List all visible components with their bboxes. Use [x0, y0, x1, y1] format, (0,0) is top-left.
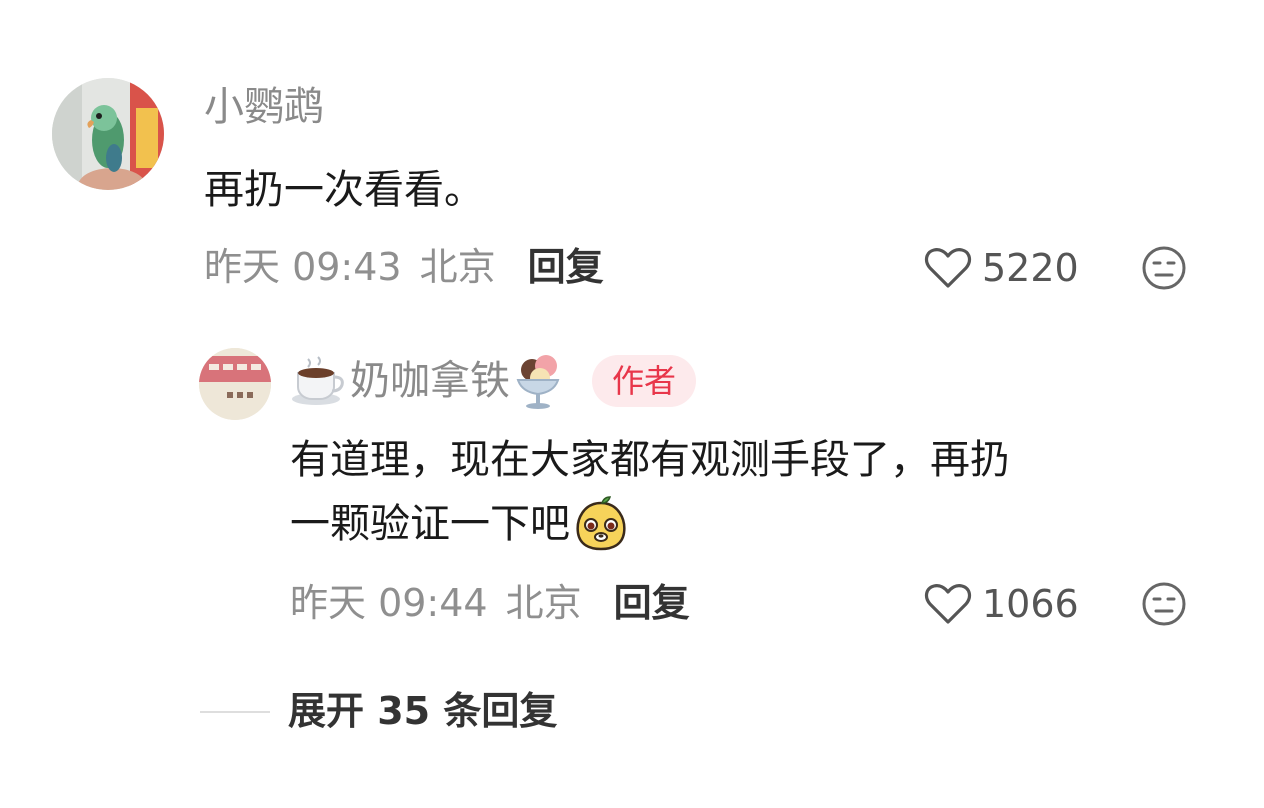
comment-react-button[interactable] — [1140, 244, 1188, 296]
heart-outline-icon — [924, 248, 972, 288]
comment-timestamp: 昨天 09:43 — [204, 245, 402, 289]
mango-sticker-icon — [576, 496, 626, 551]
reply-reply-button[interactable]: 回复 — [614, 584, 690, 622]
comment-location: 北京 — [419, 245, 496, 289]
comment-like-count: 5220 — [982, 246, 1079, 290]
reply-avatar[interactable] — [199, 348, 271, 420]
author-badge: 作者 — [592, 355, 697, 407]
reply-meta: 昨天 09:44 北京 回复 — [290, 584, 690, 622]
reply-react-button[interactable] — [1140, 580, 1188, 632]
parrot-avatar-icon — [52, 78, 164, 190]
expand-replies-button[interactable]: 展开 35 条回复 — [288, 692, 557, 730]
comment-meta: 昨天 09:43 北京 回复 — [204, 248, 604, 286]
reply-like-count: 1066 — [982, 582, 1079, 626]
comment-username[interactable]: 小鹦鹉 — [204, 87, 324, 127]
book-cover-avatar-icon — [199, 348, 271, 420]
neutral-face-icon — [1142, 246, 1186, 290]
reply-text-line-2-row: 一颗验证一下吧 — [290, 492, 630, 556]
heart-outline-icon — [924, 584, 972, 624]
reply-location: 北京 — [505, 581, 582, 625]
comment-avatar[interactable] — [52, 78, 164, 190]
ice-cream-icon — [516, 355, 560, 409]
comment-like-button[interactable]: 5220 — [924, 246, 1079, 290]
reply-timestamp: 昨天 09:44 — [290, 581, 488, 625]
neutral-face-icon — [1142, 582, 1186, 626]
comment-text: 再扔一次看看。 — [204, 167, 484, 213]
expand-divider — [200, 711, 270, 713]
reply-text-line-1: 有道理，现在大家都有观测手段了，再扔 — [290, 437, 1010, 483]
coffee-cup-icon — [292, 356, 344, 405]
comment-reply-button[interactable]: 回复 — [528, 248, 604, 286]
reply-user-row: 奶咖拿铁 作者 — [290, 352, 697, 410]
reply-username[interactable]: 奶咖拿铁 — [350, 361, 510, 401]
reply-like-button[interactable]: 1066 — [924, 582, 1079, 626]
reply-text-line-2: 一颗验证一下吧 — [290, 501, 570, 547]
